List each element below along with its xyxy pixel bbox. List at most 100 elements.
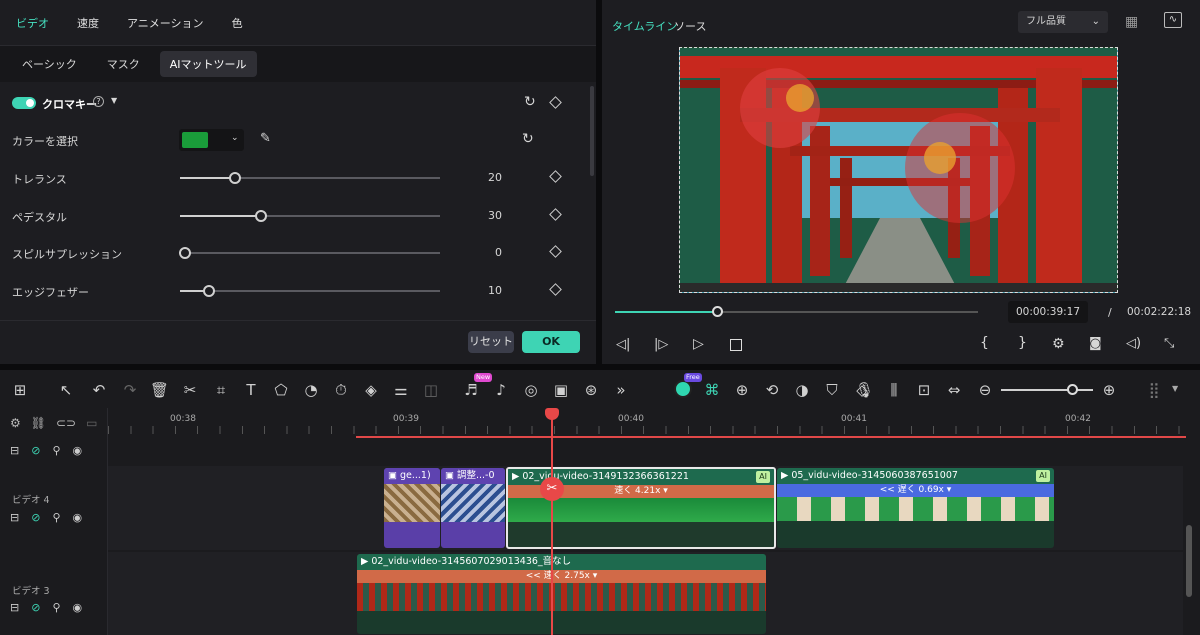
grid-view-icon[interactable]: ▦ — [1125, 14, 1138, 30]
slider-handle[interactable] — [179, 247, 192, 259]
panel-scrollbar[interactable] — [590, 86, 594, 176]
tolerance-slider[interactable] — [180, 172, 440, 184]
timeline-scrollbar[interactable] — [1186, 525, 1192, 597]
pedestal-slider[interactable] — [180, 210, 440, 222]
track-height-icon[interactable]: ▭ — [86, 416, 97, 430]
video-preview[interactable] — [679, 47, 1118, 293]
reset-icon[interactable]: ↻ — [522, 131, 534, 147]
audio-icon[interactable]: ♪ — [492, 381, 510, 399]
folder-icon[interactable]: ⊟ — [10, 511, 19, 524]
render-icon[interactable]: ⊡ — [915, 381, 933, 399]
cut-icon[interactable]: ✂ — [181, 381, 199, 399]
keyframe-icon[interactable] — [549, 283, 562, 296]
subtab-basic[interactable]: ベーシック — [12, 51, 87, 77]
mark-in-icon[interactable]: { — [980, 335, 989, 351]
subtab-ai-matte[interactable]: AIマットツール — [159, 51, 257, 77]
waveform-icon[interactable]: ∿ — [1164, 12, 1182, 28]
help-icon[interactable]: ? — [93, 96, 104, 107]
prev-frame-icon[interactable]: ◁| — [616, 337, 630, 352]
track-settings-icon[interactable]: ⚙ — [10, 416, 21, 430]
snapshot-icon[interactable]: ◙ — [1089, 336, 1102, 351]
smart-cut-icon[interactable]: ⌘ — [703, 381, 721, 399]
tab-video[interactable]: ビデオ — [16, 15, 49, 31]
stabilize-icon[interactable]: ◫ — [422, 381, 440, 399]
track-layout-icon[interactable]: ⣿ — [1145, 381, 1163, 399]
mute-icon[interactable]: ⊘ — [31, 511, 40, 524]
replace-icon[interactable]: ⟲ — [763, 381, 781, 399]
clip-video-05[interactable]: ▶ 05_vidu-video-3145060387651007 AI << 遅… — [777, 468, 1054, 548]
chroma-key-toggle[interactable] — [12, 97, 36, 109]
eye-icon[interactable]: ◉ — [73, 511, 83, 524]
color-picker-dropdown[interactable]: ⌄ — [179, 129, 244, 151]
more-icon[interactable]: » — [612, 381, 630, 399]
keyframe-icon[interactable] — [549, 170, 562, 183]
select-pointer-icon[interactable]: ↖ — [57, 381, 75, 399]
subtab-mask[interactable]: マスク — [97, 51, 150, 77]
auto-ripple-icon[interactable]: ◑ — [793, 381, 811, 399]
zoom-handle[interactable] — [1067, 384, 1078, 395]
zoom-out-icon[interactable]: ⊖ — [976, 381, 994, 399]
shield-icon[interactable]: ⛉ — [823, 381, 841, 399]
eye-icon[interactable]: ◉ — [73, 601, 83, 614]
settings-icon[interactable]: ⚙ — [1052, 336, 1065, 352]
mic-icon[interactable]: 🎙 — [855, 381, 874, 399]
current-time[interactable]: 00:00:39:17 — [1008, 301, 1088, 323]
crop-icon[interactable]: ⌗ — [212, 381, 230, 399]
reset-button[interactable]: リセット — [468, 331, 514, 353]
playback-scrubber[interactable] — [615, 306, 978, 317]
undo-icon[interactable]: ↶ — [90, 381, 108, 399]
eyedropper-icon[interactable]: ✎ — [260, 131, 271, 146]
mute-icon[interactable]: ⊘ — [31, 444, 40, 457]
speed-bar[interactable]: << 速く 2.75x ▾ — [357, 570, 766, 583]
mute-icon[interactable]: ⊘ — [31, 601, 40, 614]
mixer-icon[interactable]: ⫼ — [885, 381, 903, 399]
tab-speed[interactable]: 速度 — [77, 15, 99, 31]
speed-ramp-icon[interactable]: ◔ — [302, 381, 320, 399]
ai-edit-icon[interactable]: ⊛ — [582, 381, 600, 399]
lock-icon[interactable]: ⚲ — [52, 511, 60, 524]
slider-value[interactable]: 30 — [462, 209, 502, 222]
timer-icon[interactable]: ⏱ — [332, 381, 350, 399]
lock-icon[interactable]: ⚲ — [52, 601, 60, 614]
tab-timeline[interactable]: タイムライン — [612, 18, 677, 34]
lock-icon[interactable]: ⚲ — [52, 444, 60, 457]
delete-icon[interactable]: 🗑 — [150, 381, 169, 399]
adjust-icon[interactable]: ⚌ — [392, 381, 410, 399]
clip-adjustment[interactable]: ▣ 調整...-0 — [441, 468, 505, 548]
chevron-down-icon[interactable]: ▼ — [1172, 384, 1178, 393]
keyframe-icon[interactable] — [549, 245, 562, 258]
layout-grid-icon[interactable]: ⊞ — [11, 381, 29, 399]
tag-icon[interactable]: ◈ — [362, 381, 380, 399]
slider-value[interactable]: 10 — [462, 284, 502, 297]
tab-source[interactable]: ソース — [674, 18, 706, 34]
reset-icon[interactable]: ↻ — [524, 94, 536, 110]
ai-image-icon[interactable]: ▣ — [552, 381, 570, 399]
slider-value[interactable]: 20 — [462, 171, 502, 184]
keyframe-icon[interactable] — [549, 208, 562, 221]
unlink-icon[interactable]: ⛓ — [31, 416, 46, 430]
tab-color[interactable]: 色 — [232, 15, 243, 31]
scissors-icon[interactable]: ✂ — [540, 477, 564, 501]
next-frame-icon[interactable]: |▷ — [654, 337, 668, 352]
zoom-slider[interactable] — [1001, 384, 1093, 395]
fullscreen-icon[interactable]: ⤡ — [1164, 336, 1174, 351]
add-media-icon[interactable]: ⊕ — [733, 381, 751, 399]
playhead[interactable] — [551, 408, 553, 635]
shape-icon[interactable]: ⬠ — [272, 381, 290, 399]
folder-icon[interactable]: ⊟ — [10, 601, 19, 614]
ai-mascot-icon[interactable] — [674, 380, 692, 398]
ai-audio-icon[interactable]: ◎ — [522, 381, 540, 399]
slider-value[interactable]: 0 — [462, 246, 502, 259]
speed-bar[interactable]: << 遅く 0.69x ▾ — [777, 484, 1054, 497]
link-icon[interactable]: ⊂⊃ — [56, 416, 76, 430]
clip-video-02-muted[interactable]: ▶ 02_vidu-video-3145607029013436_音なし << … — [357, 554, 766, 634]
slider-handle[interactable] — [254, 210, 267, 222]
chevron-down-icon[interactable]: ▼ — [111, 96, 117, 105]
slider-handle[interactable] — [202, 285, 215, 297]
text-icon[interactable]: T — [242, 381, 260, 399]
clip-image-1[interactable]: ▣ ge...1) — [384, 468, 440, 548]
slider-handle[interactable] — [228, 172, 241, 184]
ok-button[interactable]: OK — [522, 331, 580, 353]
scrubber-handle[interactable] — [711, 306, 723, 317]
tab-animation[interactable]: アニメーション — [127, 15, 204, 31]
